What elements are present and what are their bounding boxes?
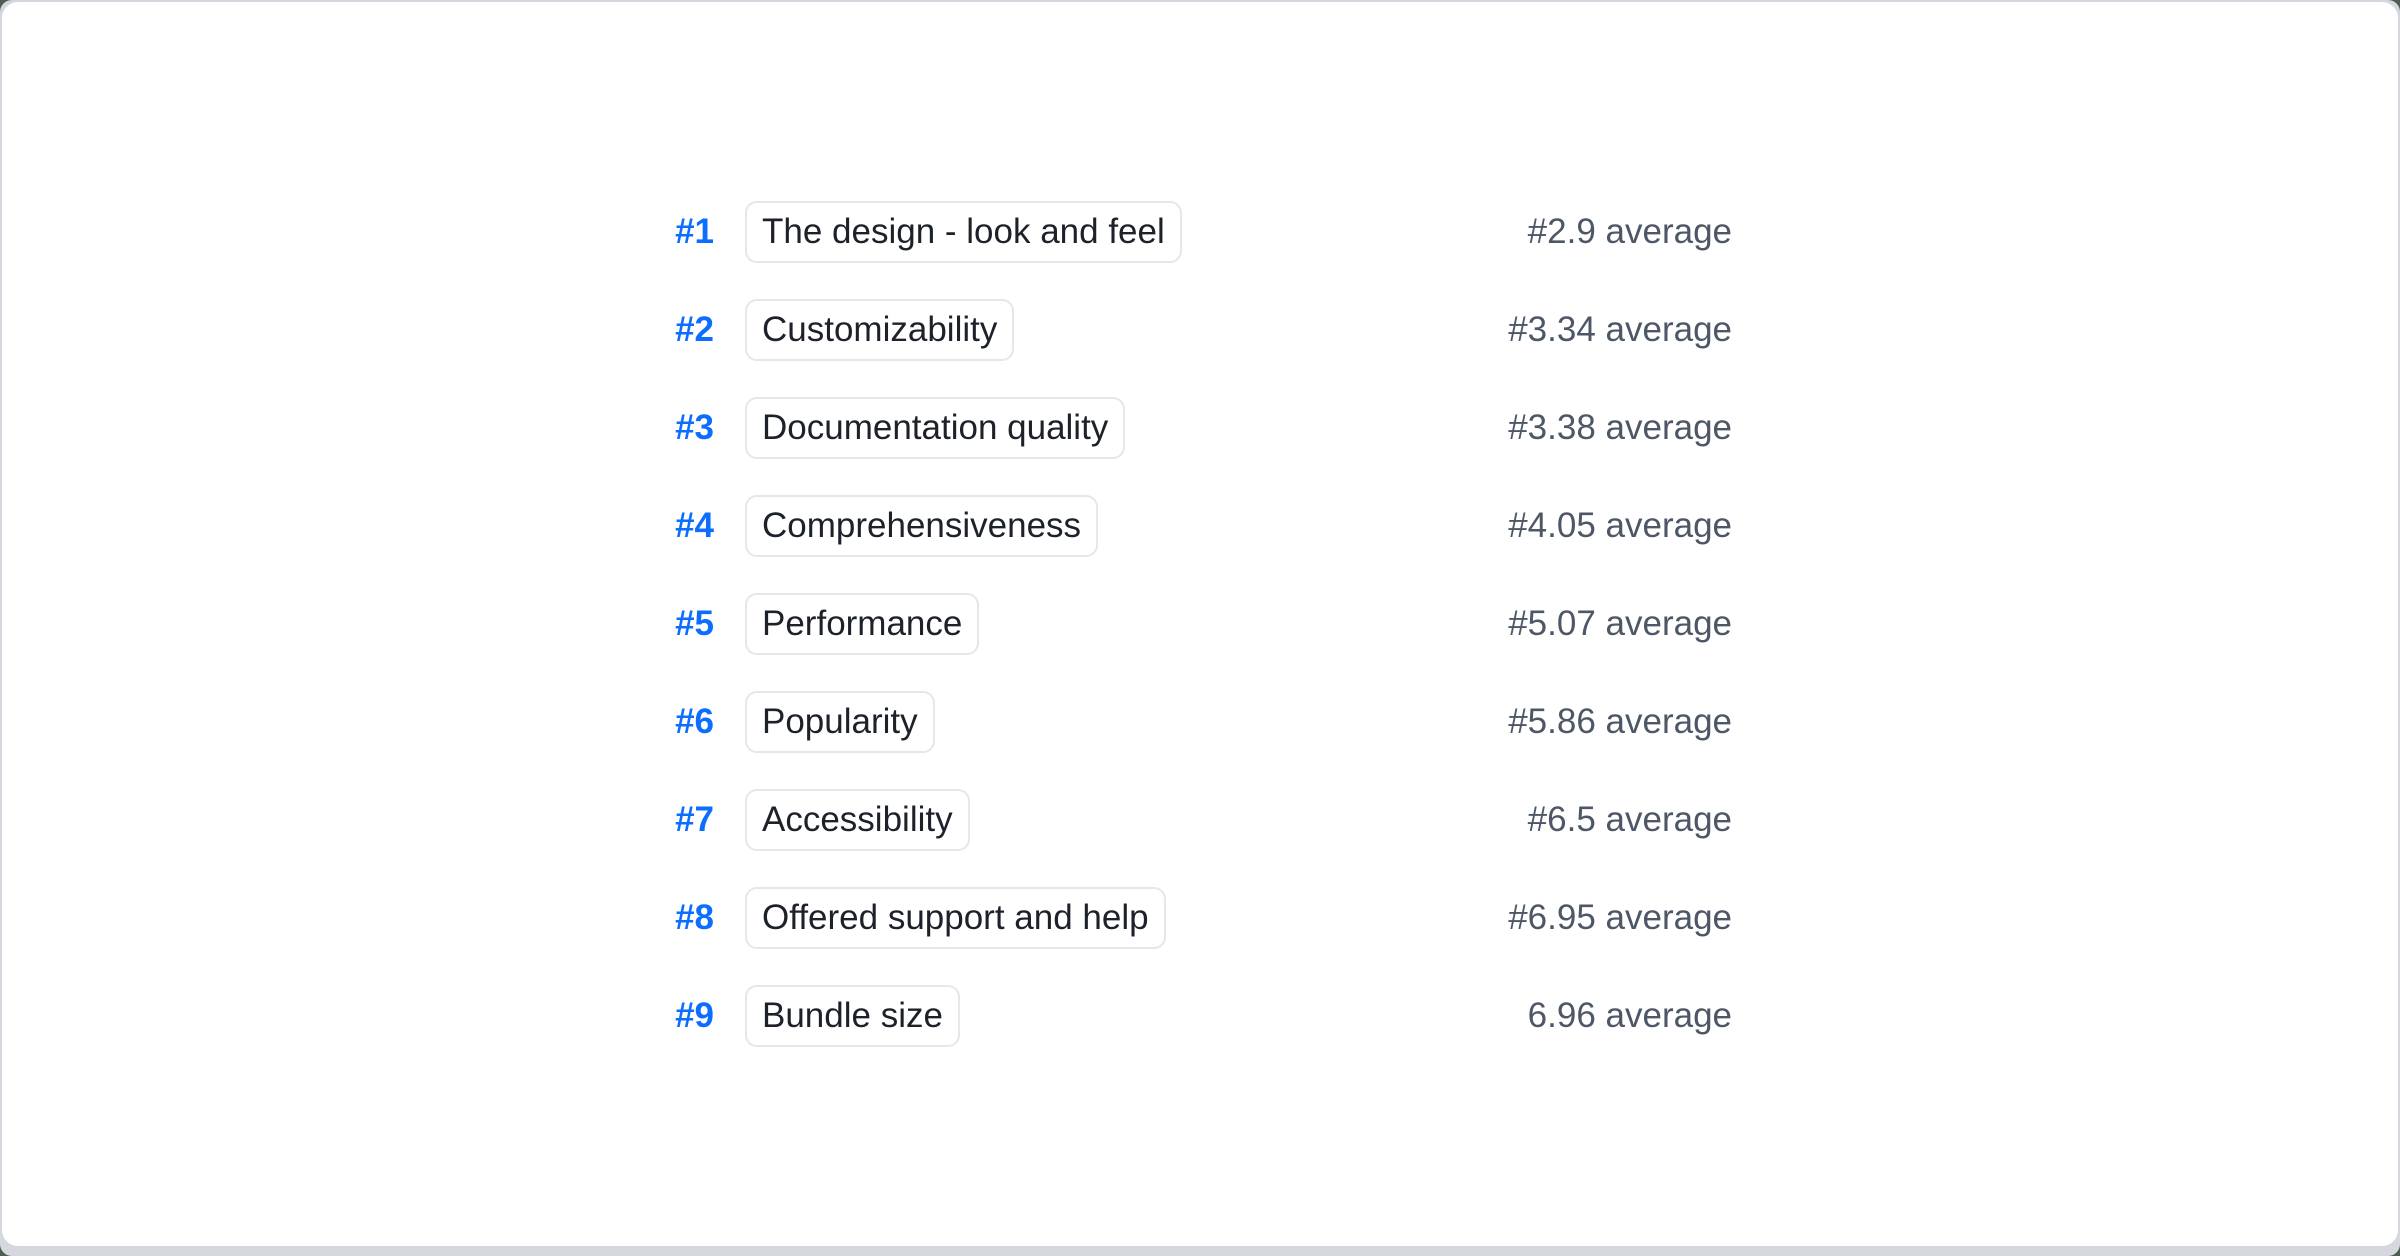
rank-number: #3 <box>668 408 714 448</box>
average-score: 6.96 average <box>1528 996 1732 1036</box>
ranking-row: #8 Offered support and help #6.95 averag… <box>668 887 1732 949</box>
rank-number: #9 <box>668 996 714 1036</box>
option-chip: Customizability <box>745 299 1014 361</box>
ranking-row: #1 The design - look and feel #2.9 avera… <box>668 201 1732 263</box>
option-chip: Bundle size <box>745 985 960 1047</box>
ranking-row: #6 Popularity #5.86 average <box>668 691 1732 753</box>
average-score: #5.86 average <box>1508 702 1732 742</box>
option-chip: The design - look and feel <box>745 201 1182 263</box>
average-score: #5.07 average <box>1508 604 1732 644</box>
ranking-row: #5 Performance #5.07 average <box>668 593 1732 655</box>
ranking-row: #9 Bundle size 6.96 average <box>668 985 1732 1047</box>
rank-number: #5 <box>668 604 714 644</box>
rank-number: #6 <box>668 702 714 742</box>
option-chip: Offered support and help <box>745 887 1166 949</box>
rank-number: #2 <box>668 310 714 350</box>
average-score: #2.9 average <box>1528 212 1732 252</box>
average-score: #4.05 average <box>1508 506 1732 546</box>
average-score: #3.34 average <box>1508 310 1732 350</box>
results-card: #1 The design - look and feel #2.9 avera… <box>0 0 2400 1248</box>
option-chip: Comprehensiveness <box>745 495 1098 557</box>
rank-number: #4 <box>668 506 714 546</box>
option-chip: Popularity <box>745 691 935 753</box>
average-score: #6.95 average <box>1508 898 1732 938</box>
ranking-row: #2 Customizability #3.34 average <box>668 299 1732 361</box>
ranking-row: #7 Accessibility #6.5 average <box>668 789 1732 851</box>
rank-number: #1 <box>668 212 714 252</box>
average-score: #3.38 average <box>1508 408 1732 448</box>
ranking-row: #4 Comprehensiveness #4.05 average <box>668 495 1732 557</box>
average-score: #6.5 average <box>1528 800 1732 840</box>
browser-viewport: #1 The design - look and feel #2.9 avera… <box>0 0 2400 1256</box>
rank-number: #7 <box>668 800 714 840</box>
ranking-row: #3 Documentation quality #3.38 average <box>668 397 1732 459</box>
option-chip: Accessibility <box>745 789 970 851</box>
option-chip: Performance <box>745 593 979 655</box>
option-chip: Documentation quality <box>745 397 1125 459</box>
ranking-results-list: #1 The design - look and feel #2.9 avera… <box>668 201 1732 1047</box>
rank-number: #8 <box>668 898 714 938</box>
